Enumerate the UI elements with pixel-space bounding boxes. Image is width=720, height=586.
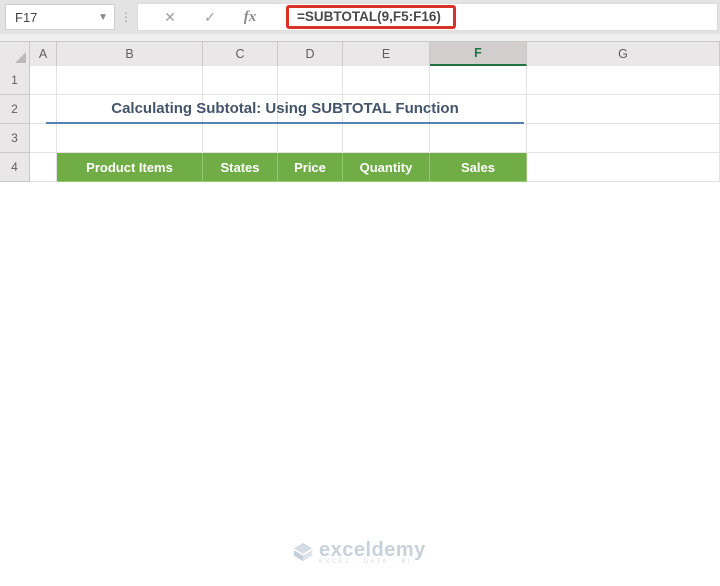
formula-bar-splitter: ⋮ [115, 10, 137, 24]
row-header-1[interactable]: 1 [0, 66, 30, 95]
cancel-icon[interactable]: ✕ [150, 9, 190, 26]
column-header-C[interactable]: C [203, 42, 278, 66]
cell-A1[interactable] [30, 66, 57, 95]
column-headers: ABCDEFG [0, 42, 720, 66]
name-box[interactable]: F17 ▼ [5, 4, 115, 30]
sheet-row-1: 1 [0, 66, 720, 95]
table-header-price[interactable]: Price [278, 153, 343, 182]
cell-G1[interactable] [527, 66, 720, 95]
table-header-sales[interactable]: Sales [430, 153, 527, 182]
cell-B1[interactable] [57, 66, 203, 95]
cell-C3[interactable] [203, 124, 278, 153]
cell-D3[interactable] [278, 124, 343, 153]
insert-function-icon[interactable]: fx [230, 9, 270, 26]
row-header-3[interactable]: 3 [0, 124, 30, 153]
column-header-G[interactable]: G [527, 42, 720, 66]
column-header-A[interactable]: A [30, 42, 57, 66]
sheet-row-3: 3 [0, 124, 720, 153]
watermark-brand: exceldemy [319, 539, 426, 562]
select-all-corner[interactable] [0, 42, 30, 66]
cell-G3[interactable] [527, 124, 720, 153]
column-header-B[interactable]: B [57, 42, 203, 66]
toolbar-gap [0, 34, 720, 42]
formula-input-area[interactable]: ✕ ✓ fx =SUBTOTAL(9,F5:F16) [137, 3, 718, 31]
cell-B3[interactable] [57, 124, 203, 153]
row-header-2[interactable]: 2 [0, 95, 30, 124]
cell-A3[interactable] [30, 124, 57, 153]
formula-text-highlight[interactable]: =SUBTOTAL(9,F5:F16) [286, 5, 456, 29]
cell-F3[interactable] [430, 124, 527, 153]
row-header-4[interactable]: 4 [0, 153, 30, 182]
watermark-tagline: EXCEL · DATA · BI [319, 559, 426, 565]
table-header-states[interactable]: States [203, 153, 278, 182]
column-header-F[interactable]: F [430, 42, 527, 66]
exceldemy-logo-icon [292, 541, 314, 563]
sheet-title: Calculating Subtotal: Using SUBTOTAL Fun… [46, 95, 524, 124]
spreadsheet-app: F17 ▼ ⋮ ✕ ✓ fx =SUBTOTAL(9,F5:F16) ABCDE… [0, 0, 720, 586]
column-header-D[interactable]: D [278, 42, 343, 66]
column-header-E[interactable]: E [343, 42, 430, 66]
table-header-quantity[interactable]: Quantity [343, 153, 430, 182]
name-box-dropdown-icon[interactable]: ▼ [98, 12, 108, 23]
table-header-product-items[interactable]: Product Items [57, 153, 203, 182]
sheet-row-4: 4 Product ItemsStatesPriceQuantitySales [0, 153, 720, 182]
cell-E1[interactable] [343, 66, 430, 95]
sheet-grid: Calculating Subtotal: Using SUBTOTAL Fun… [0, 66, 720, 182]
watermark: exceldemy EXCEL · DATA · BI [292, 539, 482, 565]
name-box-value: F17 [15, 10, 37, 25]
cell-E3[interactable] [343, 124, 430, 153]
cell-D1[interactable] [278, 66, 343, 95]
cell-G2[interactable] [527, 95, 720, 124]
enter-icon[interactable]: ✓ [190, 9, 230, 26]
cell-C1[interactable] [203, 66, 278, 95]
cell-A4[interactable] [30, 153, 57, 182]
cell-F1[interactable] [430, 66, 527, 95]
cell-G4[interactable] [527, 153, 720, 182]
formula-bar: F17 ▼ ⋮ ✕ ✓ fx =SUBTOTAL(9,F5:F16) [0, 0, 720, 34]
